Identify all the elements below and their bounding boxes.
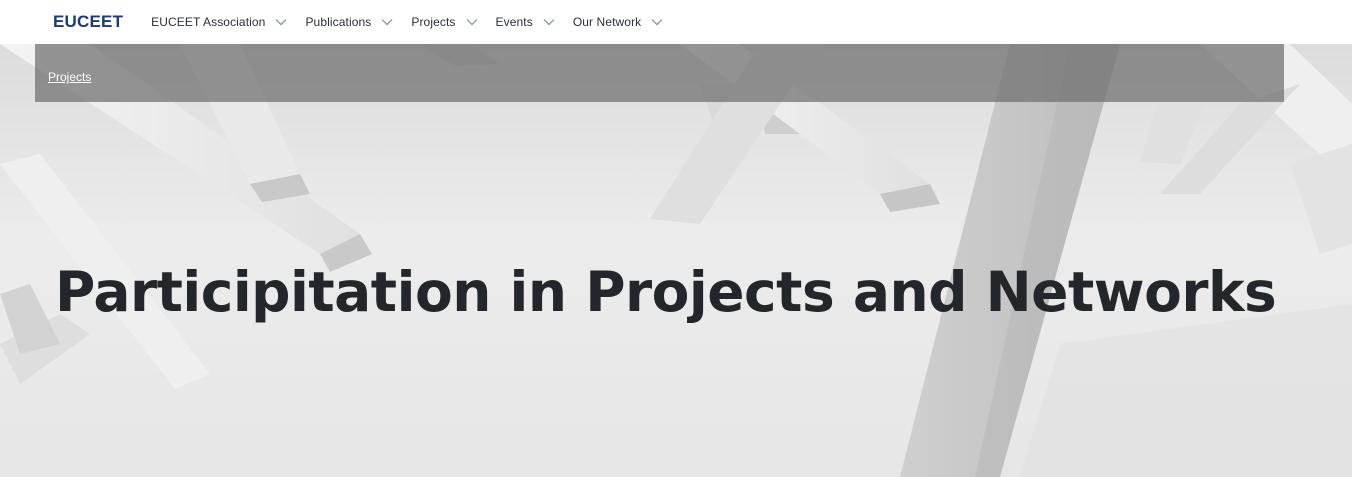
nav-label: Publications: [305, 15, 372, 29]
top-navigation: EUCEET EUCEET Association Publications P…: [0, 0, 1352, 44]
chevron-down-icon: [466, 18, 478, 26]
nav-item-projects[interactable]: Projects: [411, 15, 477, 29]
nav-label: Projects: [411, 15, 456, 29]
breadcrumb-link-projects[interactable]: Projects: [48, 70, 91, 84]
chevron-down-icon: [381, 18, 393, 26]
hero-banner: Projects Participitation in Projects and…: [0, 44, 1352, 477]
nav-item-events[interactable]: Events: [496, 15, 555, 29]
nav-item-euceet-association[interactable]: EUCEET Association: [151, 15, 287, 29]
nav-label: EUCEET Association: [151, 15, 266, 29]
nav-item-our-network[interactable]: Our Network: [573, 15, 663, 29]
chevron-down-icon: [651, 18, 663, 26]
nav-item-publications[interactable]: Publications: [305, 15, 393, 29]
breadcrumb: Projects: [35, 44, 1284, 102]
chevron-down-icon: [275, 18, 287, 26]
nav-label: Events: [495, 15, 533, 29]
brand-logo-link[interactable]: EUCEET: [53, 12, 123, 32]
chevron-down-icon: [543, 18, 555, 26]
nav-label: Our Network: [572, 15, 642, 29]
page-title: Participitation in Projects and Networks: [55, 260, 1277, 324]
